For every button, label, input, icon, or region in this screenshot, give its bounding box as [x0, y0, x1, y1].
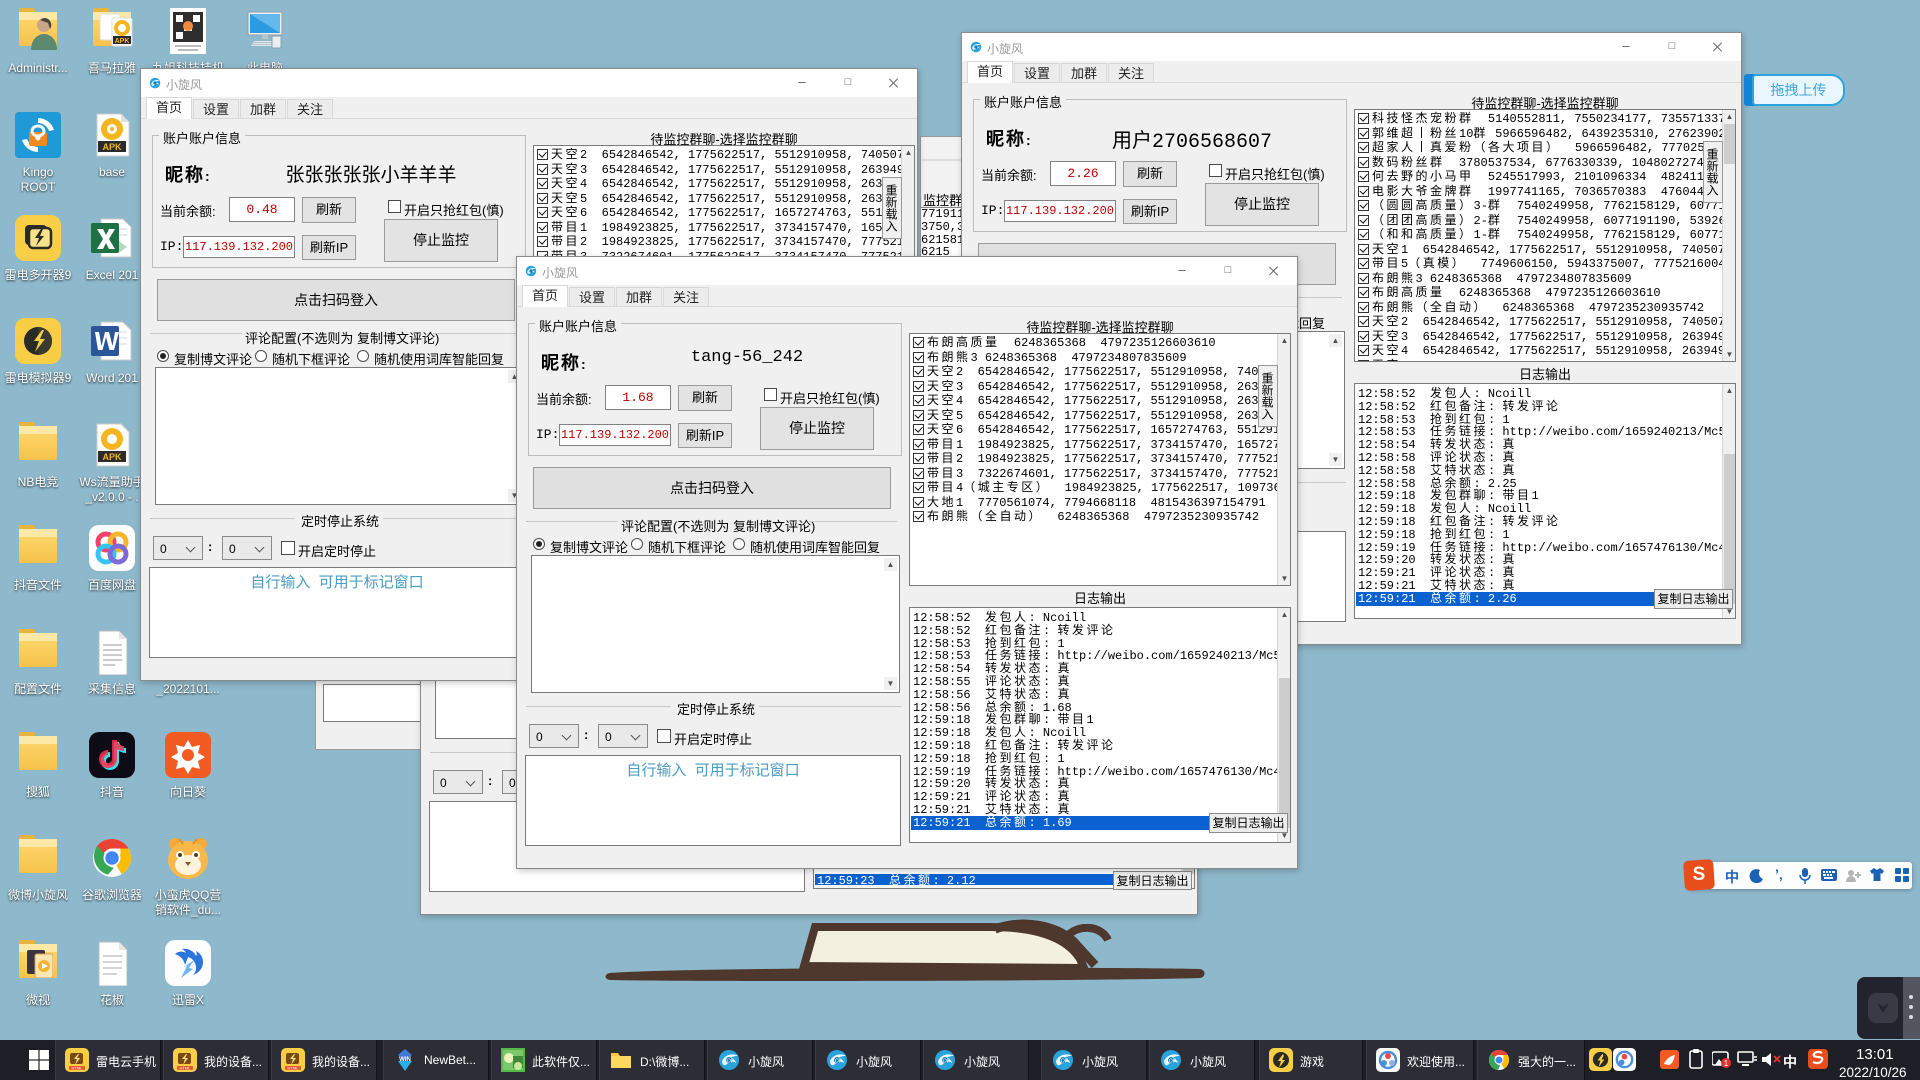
svg-text:TOP: TOP	[832, 1059, 843, 1065]
svg-text:HTML: HTML	[72, 1066, 84, 1071]
svg-text:HTML: HTML	[180, 1066, 192, 1071]
svg-text:1: 1	[1724, 1059, 1729, 1068]
svg-text:TOP: TOP	[724, 1059, 735, 1065]
svg-text:TOP: TOP	[1058, 1059, 1069, 1065]
svg-text:TOP: TOP	[940, 1059, 951, 1065]
svg-text:TOP: TOP	[1166, 1059, 1177, 1065]
svg-text:APK: APK	[102, 142, 122, 152]
svg-text:WIN: WIN	[399, 1057, 411, 1063]
svg-text:APK: APK	[115, 38, 130, 45]
svg-text:APK: APK	[102, 452, 122, 462]
svg-text:HTML: HTML	[288, 1066, 300, 1071]
